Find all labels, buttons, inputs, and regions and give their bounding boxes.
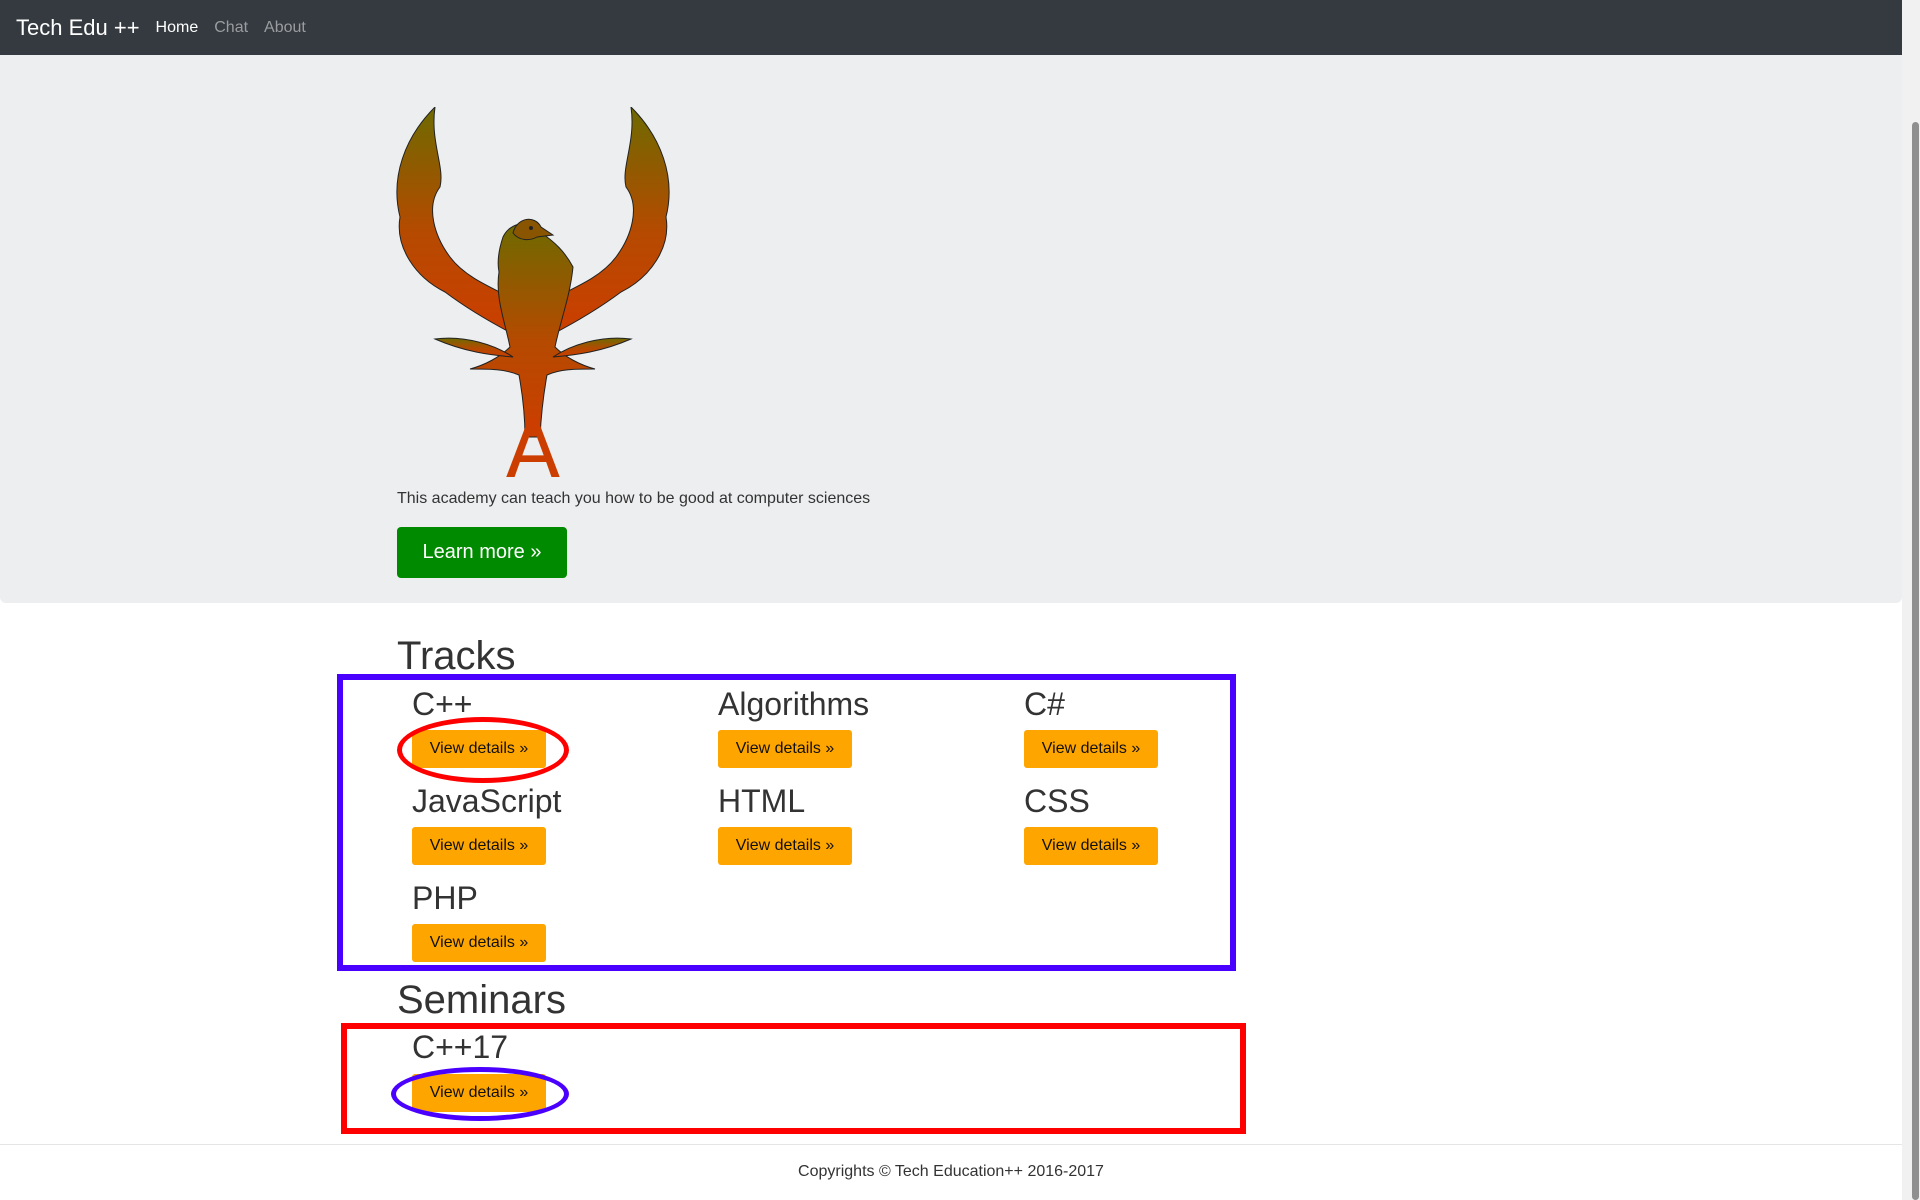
tracks-title: Tracks xyxy=(397,634,516,678)
footer-divider xyxy=(0,1144,1902,1145)
jumbotron: A This academy can teach you how to be g… xyxy=(0,55,1902,603)
annotation-ellipse-cpp xyxy=(397,717,569,783)
navbar: Tech Edu ++ Home Chat About xyxy=(0,0,1902,55)
annotation-ellipse-cpp17 xyxy=(391,1067,569,1121)
nav-link-home[interactable]: Home xyxy=(156,19,199,37)
footer-copyright: Copyrights © Tech Education++ 2016-2017 xyxy=(798,1163,1104,1180)
phoenix-logo-icon: A xyxy=(396,107,670,479)
logo-letter: A xyxy=(506,403,561,479)
hero-tagline: This academy can teach you how to be goo… xyxy=(397,490,871,507)
seminars-title: Seminars xyxy=(397,978,566,1022)
page: Tech Edu ++ Home Chat About A This acade… xyxy=(0,0,1920,1200)
nav-link-chat[interactable]: Chat xyxy=(214,19,248,37)
navbar-brand[interactable]: Tech Edu ++ xyxy=(16,15,140,41)
scrollbar-thumb[interactable] xyxy=(1912,122,1919,1200)
learn-more-button[interactable]: Learn more » xyxy=(397,527,567,578)
nav-link-about[interactable]: About xyxy=(264,19,306,37)
